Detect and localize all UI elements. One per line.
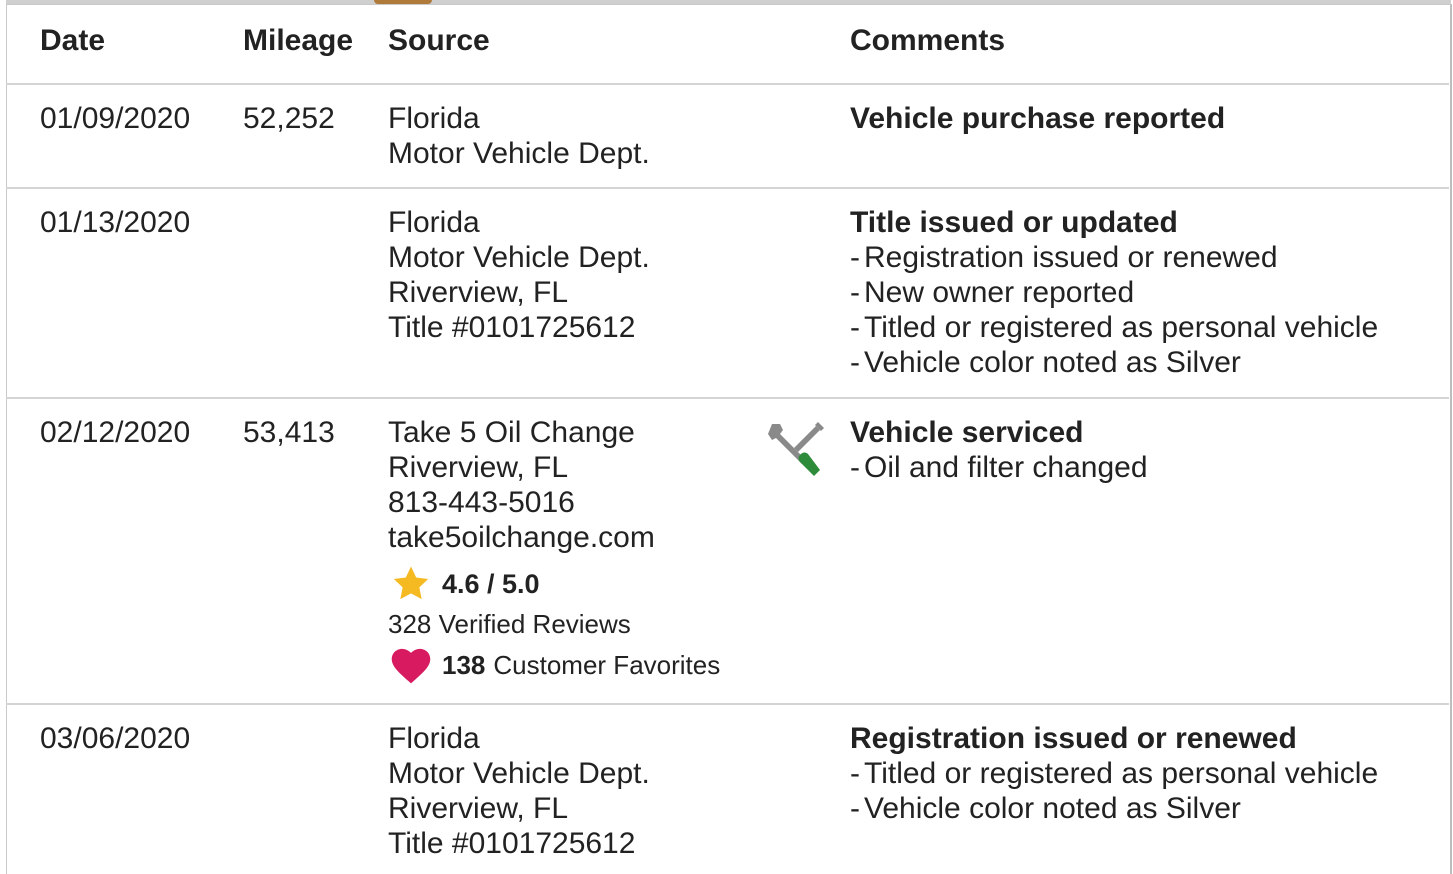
shop-rating: 4.6 / 5.0 bbox=[390, 564, 540, 604]
comment-item: - Titled or registered as personal vehicl… bbox=[850, 757, 1379, 790]
verified-reviews-link[interactable]: 328 Verified Reviews bbox=[388, 609, 631, 640]
header-mileage: Mileage bbox=[243, 24, 354, 57]
customer-favorites: 138 Customer Favorites bbox=[390, 645, 720, 685]
comment-title: Vehicle serviced bbox=[850, 416, 1084, 449]
star-icon bbox=[393, 566, 429, 600]
row3-source: Take 5 Oil Change Riverview, FL 813-443-… bbox=[388, 415, 655, 555]
source-line: Motor Vehicle Dept. bbox=[388, 137, 650, 170]
row4-date: 03/06/2020 bbox=[40, 722, 191, 755]
source-line: Riverview, FL bbox=[388, 276, 569, 309]
row1-date: 01/09/2020 bbox=[40, 102, 191, 135]
comment-item: - Oil and filter changed bbox=[850, 451, 1148, 484]
source-line: Title #0101725612 bbox=[388, 827, 636, 860]
row-divider bbox=[6, 397, 1449, 399]
heart-icon bbox=[391, 648, 431, 684]
row4-source: Florida Motor Vehicle Dept. Riverview, F… bbox=[388, 721, 650, 861]
row2-source: Florida Motor Vehicle Dept. Riverview, F… bbox=[388, 205, 650, 345]
shop-name-link[interactable]: Take 5 Oil Change bbox=[388, 415, 655, 450]
source-line: Florida bbox=[388, 206, 480, 239]
header-date: Date bbox=[40, 24, 106, 57]
comment-item: - Vehicle color noted as Silver bbox=[850, 792, 1241, 825]
source-line: Motor Vehicle Dept. bbox=[388, 241, 650, 274]
row1-mileage: 52,252 bbox=[243, 102, 335, 135]
row-divider bbox=[6, 187, 1449, 189]
comment-item: - Registration issued or renewed bbox=[850, 241, 1278, 274]
comment-title: Title issued or updated bbox=[850, 206, 1178, 239]
row-divider bbox=[6, 703, 1449, 705]
row3-comments: Vehicle serviced - Oil and filter changed bbox=[850, 415, 1148, 485]
source-line: Florida bbox=[388, 722, 480, 755]
header-comments: Comments bbox=[850, 24, 1006, 57]
comment-title: Registration issued or renewed bbox=[850, 722, 1297, 755]
row2-date: 01/13/2020 bbox=[40, 206, 191, 239]
phone-number[interactable]: 813-443-5016 bbox=[388, 485, 655, 520]
row1-source: Florida Motor Vehicle Dept. bbox=[388, 101, 650, 171]
source-line: Title #0101725612 bbox=[388, 311, 636, 344]
comment-item: - Vehicle color noted as Silver bbox=[850, 346, 1241, 379]
comment-item: - Titled or registered as personal vehicl… bbox=[850, 311, 1379, 344]
header-source: Source bbox=[388, 24, 490, 57]
row2-comments: Title issued or updated - Registration is… bbox=[850, 205, 1378, 380]
row4-comments: Registration issued or renewed - Titled o… bbox=[850, 721, 1378, 826]
row3-date: 02/12/2020 bbox=[40, 416, 191, 449]
source-line: Riverview, FL bbox=[388, 792, 569, 825]
source-line: Riverview, FL bbox=[388, 451, 569, 484]
favorites-label: Customer Favorites bbox=[493, 649, 721, 680]
website-link[interactable]: take5oilchange.com bbox=[388, 520, 655, 555]
row3-mileage: 53,413 bbox=[243, 416, 335, 449]
favorites-count: 138 bbox=[442, 649, 486, 680]
row1-comment-title: Vehicle purchase reported bbox=[850, 102, 1226, 135]
comment-item: - New owner reported bbox=[850, 276, 1135, 309]
rating-value: 4.6 / 5.0 bbox=[442, 568, 540, 599]
source-line: Florida bbox=[388, 102, 480, 135]
wrench-screwdriver-icon bbox=[768, 422, 824, 476]
row-divider bbox=[6, 83, 1449, 85]
source-line: Motor Vehicle Dept. bbox=[388, 757, 650, 790]
